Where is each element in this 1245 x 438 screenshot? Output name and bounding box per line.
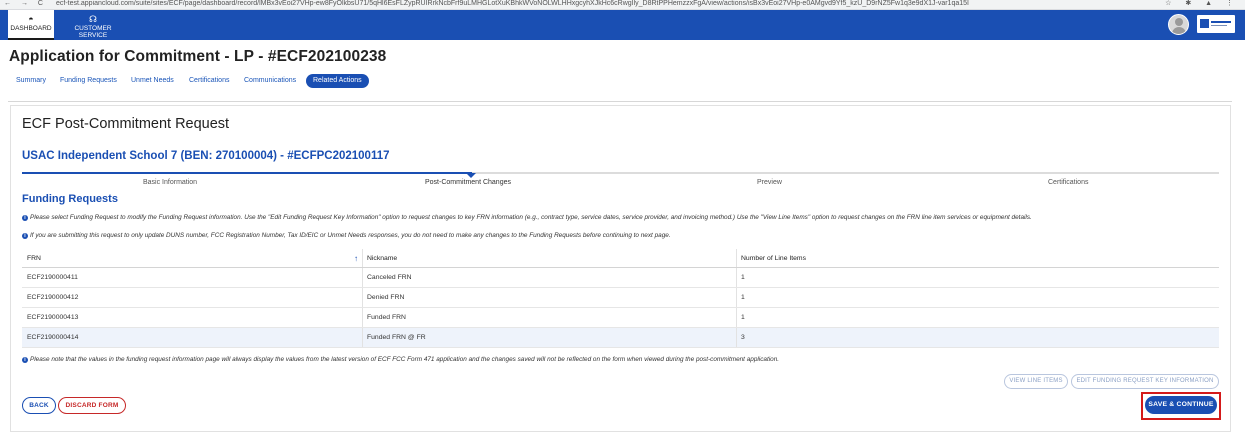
nav-tab-label: DASHBOARD (10, 25, 52, 32)
tab-unmet-needs[interactable]: Unmet Needs (131, 74, 174, 88)
step-certifications: Certifications (1048, 179, 1089, 186)
browser-tools[interactable]: ☆ ✱ ▲ ⋮ (1165, 0, 1239, 8)
address-bar[interactable]: ecf-test.appiancloud.com/suite/sites/ECF… (56, 0, 1176, 8)
form-subtitle: USAC Independent School 7 (BEN: 27010000… (22, 150, 390, 162)
section-title: Funding Requests (22, 193, 118, 205)
tab-certifications[interactable]: Certifications (189, 74, 229, 88)
cell-nickname: Denied FRN (367, 294, 405, 301)
column-header-nickname[interactable]: Nickname (367, 249, 397, 268)
discard-form-button[interactable]: DISCARD FORM (58, 397, 126, 414)
tab-funding-requests[interactable]: Funding Requests (60, 74, 117, 88)
cell-frn: ECF2190000414 (27, 334, 79, 341)
info-icon: i (22, 215, 28, 221)
info-icon: i (22, 357, 28, 363)
app-header: ◓ DASHBOARD ☊ CUSTOMER SERVICE (0, 10, 1245, 40)
progress-bar (22, 172, 1219, 178)
dashboard-gauge-icon: ◓ (28, 14, 34, 24)
column-header-frn[interactable]: FRN (27, 249, 41, 268)
info-message-2: i If you are submitting this request to o… (22, 232, 671, 239)
cell-frn: ECF2190000413 (27, 314, 79, 321)
tab-summary[interactable]: Summary (16, 74, 46, 88)
tab-communications[interactable]: Communications (244, 74, 296, 88)
table-row[interactable]: ECF2190000411 Canceled FRN 1 (22, 268, 1219, 288)
nav-tab-label: CUSTOMER SERVICE (74, 25, 112, 39)
usac-logo (1197, 15, 1235, 33)
step-basic-information: Basic Information (143, 179, 198, 186)
progress-complete (22, 172, 472, 174)
cell-nickname: Canceled FRN (367, 274, 412, 281)
tab-related-actions[interactable]: Related Actions (306, 74, 369, 88)
view-line-items-button[interactable]: VIEW LINE ITEMS (1004, 374, 1068, 389)
page-title: Application for Commitment - LP - #ECF20… (9, 48, 387, 65)
table-row[interactable]: ECF2190000412 Denied FRN 1 (22, 288, 1219, 308)
table-row[interactable]: ECF2190000414 Funded FRN @ FR 3 (22, 328, 1219, 348)
headset-icon: ☊ (89, 14, 97, 24)
cell-frn: ECF2190000412 (27, 294, 79, 301)
current-step-marker (466, 173, 476, 178)
nav-tab-customer-service[interactable]: ☊ CUSTOMER SERVICE (60, 10, 126, 40)
save-and-continue-button[interactable]: SAVE & CONTINUE (1145, 396, 1217, 414)
cell-line-items: 1 (741, 314, 745, 321)
edit-funding-request-key-information-button[interactable]: EDIT FUNDING REQUEST KEY INFORMATION (1071, 374, 1219, 389)
cell-line-items: 1 (741, 274, 745, 281)
table-row[interactable]: ECF2190000413 Funded FRN 1 (22, 308, 1219, 328)
cell-nickname: Funded FRN (367, 314, 406, 321)
column-header-line-items[interactable]: Number of Line Items (741, 249, 806, 268)
user-avatar[interactable] (1168, 14, 1189, 35)
cell-frn: ECF2190000411 (27, 274, 78, 281)
step-post-commitment-changes: Post-Commitment Changes (425, 179, 511, 186)
info-message-1: i Please select Funding Request to modify… (22, 214, 1032, 221)
step-preview: Preview (757, 179, 782, 186)
nav-tab-dashboard[interactable]: ◓ DASHBOARD (8, 10, 54, 40)
form-title: ECF Post-Commitment Request (22, 116, 230, 132)
cell-line-items: 3 (741, 334, 745, 341)
cell-line-items: 1 (741, 294, 745, 301)
divider (8, 101, 1232, 102)
browser-nav-buttons[interactable]: ← → C (4, 0, 47, 8)
logo-mark (1200, 19, 1209, 28)
info-icon: i (22, 233, 28, 239)
cell-nickname: Funded FRN @ FR (367, 334, 426, 341)
info-message-3: i Please note that the values in the fund… (22, 356, 779, 363)
sort-ascending-icon[interactable]: ↑ (354, 249, 358, 268)
grid-header-row: FRN ↑ Nickname Number of Line Items (22, 249, 1219, 268)
browser-toolbar: ← → C ecf-test.appiancloud.com/suite/sit… (0, 0, 1245, 10)
back-button[interactable]: BACK (22, 397, 56, 414)
funding-requests-grid: FRN ↑ Nickname Number of Line Items ECF2… (22, 249, 1219, 348)
